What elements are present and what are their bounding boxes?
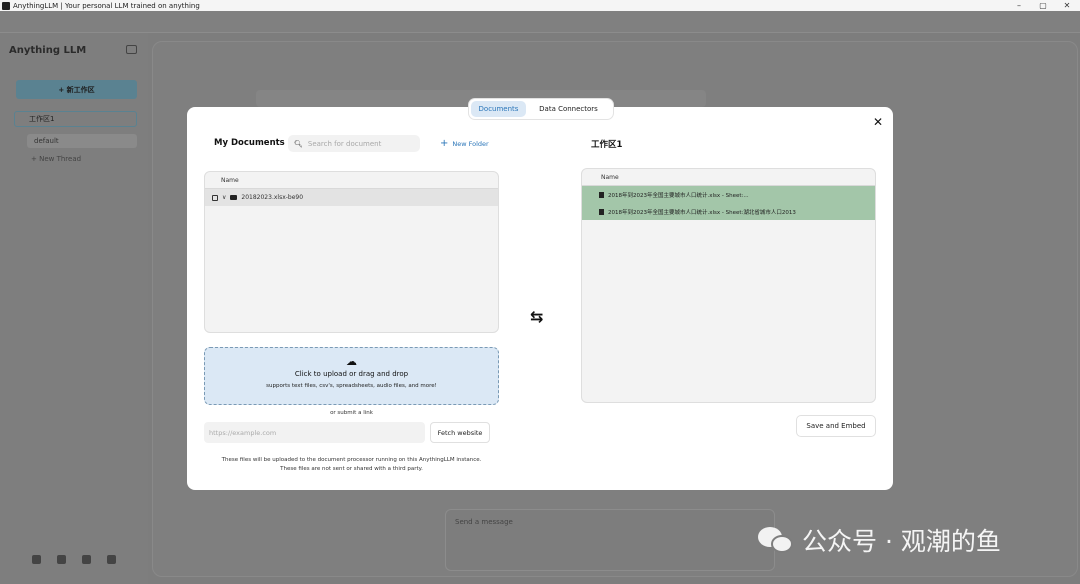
table-header-name: Name	[582, 169, 875, 186]
search-box: 🔍︎	[288, 135, 420, 152]
upload-dropzone[interactable]: ☁︎ Click to upload or drag and drop supp…	[204, 347, 499, 405]
sidebar-item-workspace[interactable]: 工作区1	[14, 111, 137, 127]
url-input[interactable]	[204, 422, 425, 443]
workspace-file-name: 2018年到2023年全国主要城市人口统计.xlsx - Sheet:...	[608, 192, 749, 199]
upload-subtitle: supports text files, csv's, spreadsheets…	[266, 383, 437, 389]
maximize-button[interactable]: ▢	[1038, 1, 1048, 10]
chat-input-area: Send a message	[445, 509, 775, 571]
tab-data-connectors[interactable]: Data Connectors	[528, 101, 609, 117]
docs-icon[interactable]	[57, 555, 66, 564]
chat-input-placeholder: Send a message	[455, 518, 513, 526]
discord-icon[interactable]	[82, 555, 91, 564]
watermark: 公众号 · 观潮的鱼	[758, 522, 1001, 558]
new-folder-label: New Folder	[452, 140, 489, 148]
table-header-name: Name	[205, 172, 498, 189]
new-thread-button[interactable]: + New Thread	[31, 155, 81, 163]
folder-icon	[230, 195, 238, 200]
sidebar: Anything LLM + 新工作区 工作区1 default + New T…	[0, 33, 148, 584]
fetch-website-button[interactable]: Fetch website	[430, 422, 490, 443]
documents-table: Name ∨ 20182023.xlsx-be90	[204, 171, 499, 333]
folder-name: 20182023.xlsx-be90	[241, 194, 304, 201]
thread-default[interactable]: default	[27, 134, 137, 148]
logo: Anything LLM	[9, 45, 87, 56]
upload-footer-note: These files will be uploaded to the docu…	[204, 456, 499, 473]
upload-title: Click to upload or drag and drop	[294, 370, 409, 378]
plus-icon: +	[440, 138, 449, 149]
submit-link-label: or submit a link	[330, 410, 373, 416]
minimize-button[interactable]: –	[1014, 1, 1024, 10]
app-icon	[2, 1, 10, 10]
save-and-embed-button[interactable]: Save and Embed	[796, 415, 876, 437]
window-titlebar: AnythingLLM | Your personal LLM trained …	[0, 0, 1080, 11]
footer-note-line1: These files will be uploaded to the docu…	[221, 457, 482, 463]
file-icon	[599, 191, 604, 198]
folder-row[interactable]: ∨ 20182023.xlsx-be90	[205, 189, 498, 206]
new-workspace-button[interactable]: + 新工作区	[16, 80, 137, 99]
window-controls: – ▢ ✕	[1014, 0, 1072, 11]
window-title: AnythingLLM | Your personal LLM trained …	[13, 1, 200, 10]
swap-arrows-icon[interactable]: ⇆	[530, 307, 543, 326]
close-window-button[interactable]: ✕	[1062, 1, 1072, 10]
workspace-documents-table: Name 2018年到2023年全国主要城市人口统计.xlsx - Sheet:…	[581, 168, 876, 403]
modal-tab-bar: Documents Data Connectors	[469, 99, 613, 119]
close-icon[interactable]: ✕	[873, 115, 883, 129]
sidebar-toggle-icon[interactable]	[126, 45, 137, 54]
document-manager-modal: Documents Data Connectors ✕ My Documents…	[187, 99, 893, 490]
workspace-file-row[interactable]: 2018年到2023年全国主要城市人口统计.xlsx - Sheet:...	[582, 186, 875, 203]
wechat-icon	[758, 525, 796, 555]
sidebar-footer-icons	[32, 555, 116, 564]
workspace-file-name: 2018年到2023年全国主要城市人口统计.xlsx - Sheet:湖北省城市…	[608, 209, 796, 216]
tab-documents[interactable]: Documents	[471, 101, 526, 117]
workspace-title: 工作区1	[591, 140, 623, 150]
search-icon: 🔍︎	[294, 139, 303, 148]
top-strip	[0, 11, 1080, 33]
chevron-down-icon[interactable]: ∨	[222, 194, 226, 201]
wrench-icon[interactable]	[107, 555, 116, 564]
settings-icon[interactable]	[32, 555, 41, 564]
my-documents-title: My Documents	[214, 138, 285, 148]
footer-note-line2: These files are not sent or shared with …	[280, 465, 423, 472]
new-folder-button[interactable]: + New Folder	[440, 139, 489, 149]
folder-checkbox[interactable]	[212, 194, 218, 201]
cloud-upload-icon: ☁︎	[346, 355, 357, 368]
search-input[interactable]	[307, 139, 416, 148]
file-icon	[599, 208, 604, 215]
watermark-text: 公众号 · 观潮的鱼	[802, 527, 1001, 556]
workspace-file-row[interactable]: 2018年到2023年全国主要城市人口统计.xlsx - Sheet:湖北省城市…	[582, 203, 875, 220]
